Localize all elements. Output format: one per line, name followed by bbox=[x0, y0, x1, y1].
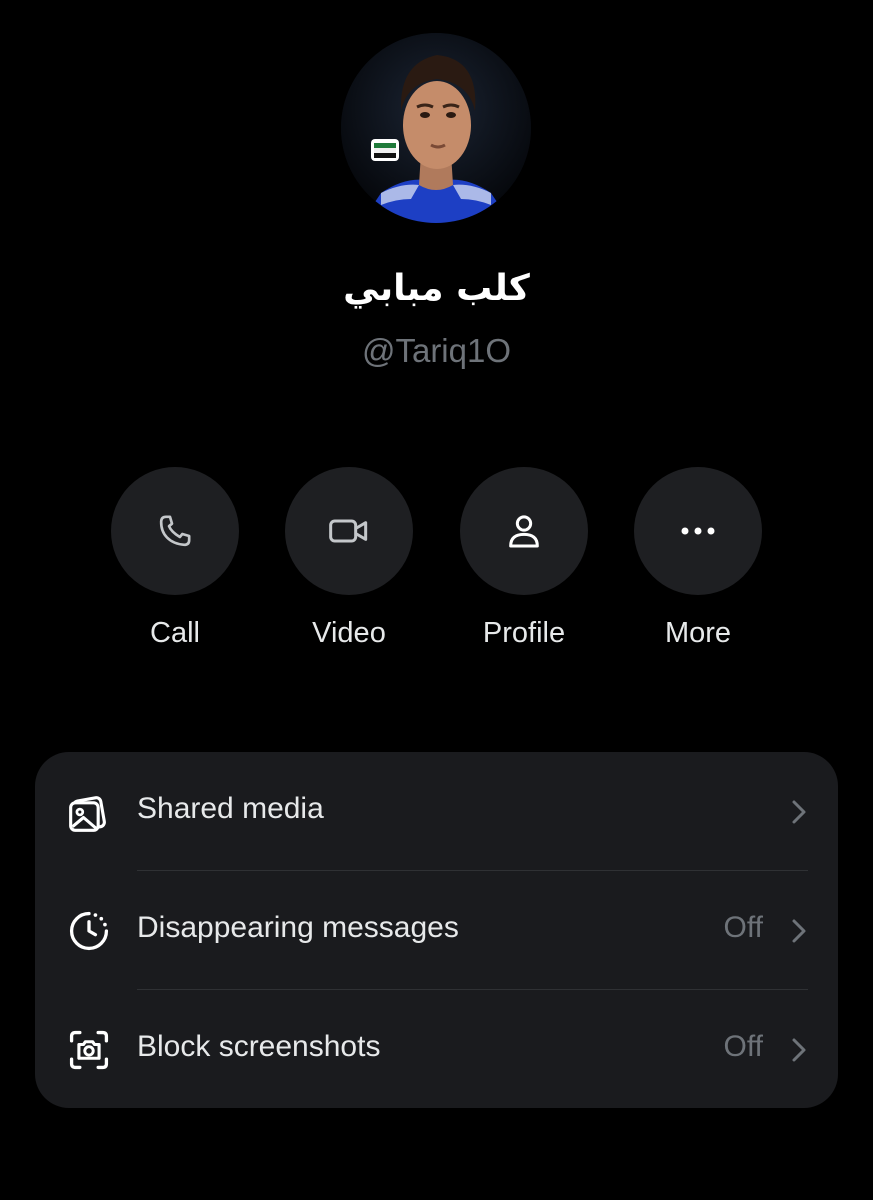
disappearing-messages-label: Disappearing messages bbox=[137, 911, 459, 944]
block-screenshots-label: Block screenshots bbox=[137, 1030, 381, 1063]
call-button-circle[interactable] bbox=[111, 467, 239, 595]
action-bar: Call Video Profile More bbox=[0, 467, 873, 667]
screenshot-camera-icon bbox=[69, 1030, 109, 1070]
disappearing-messages-row[interactable]: Disappearing messages Off bbox=[35, 871, 838, 989]
call-label: Call bbox=[150, 617, 200, 649]
phone-icon bbox=[159, 515, 191, 547]
shared-media-row[interactable]: Shared media bbox=[35, 752, 838, 870]
contact-name: كلب مبابي bbox=[343, 268, 530, 309]
more-label: More bbox=[664, 617, 732, 649]
more-dots-icon bbox=[681, 527, 715, 535]
more-button-circle[interactable] bbox=[634, 467, 762, 595]
person-icon bbox=[509, 515, 539, 548]
avatar[interactable] bbox=[341, 33, 531, 223]
block-screenshots-row[interactable]: Block screenshots Off bbox=[35, 990, 838, 1108]
profile-button[interactable]: Profile bbox=[444, 467, 604, 650]
video-button[interactable]: Video bbox=[269, 467, 429, 650]
video-camera-icon bbox=[329, 519, 368, 543]
avatar-photo bbox=[341, 33, 531, 223]
chevron-right-icon bbox=[792, 1038, 806, 1062]
disappearing-messages-value: Off bbox=[723, 911, 763, 944]
chevron-right-icon bbox=[792, 919, 806, 943]
profile-button-circle[interactable] bbox=[460, 467, 588, 595]
profile-label: Profile bbox=[482, 617, 566, 649]
image-stack-icon bbox=[69, 796, 106, 832]
shared-media-label: Shared media bbox=[137, 792, 324, 825]
contact-handle: @Tariq1O bbox=[361, 332, 512, 369]
call-button[interactable]: Call bbox=[95, 467, 255, 650]
more-button[interactable]: More bbox=[618, 467, 778, 650]
video-label: Video bbox=[312, 617, 386, 649]
block-screenshots-value: Off bbox=[723, 1030, 763, 1063]
video-button-circle[interactable] bbox=[285, 467, 413, 595]
chevron-right-icon bbox=[792, 800, 806, 824]
settings-card: Shared media Disappearing messages Off B… bbox=[35, 752, 838, 1108]
timer-icon bbox=[69, 911, 109, 951]
